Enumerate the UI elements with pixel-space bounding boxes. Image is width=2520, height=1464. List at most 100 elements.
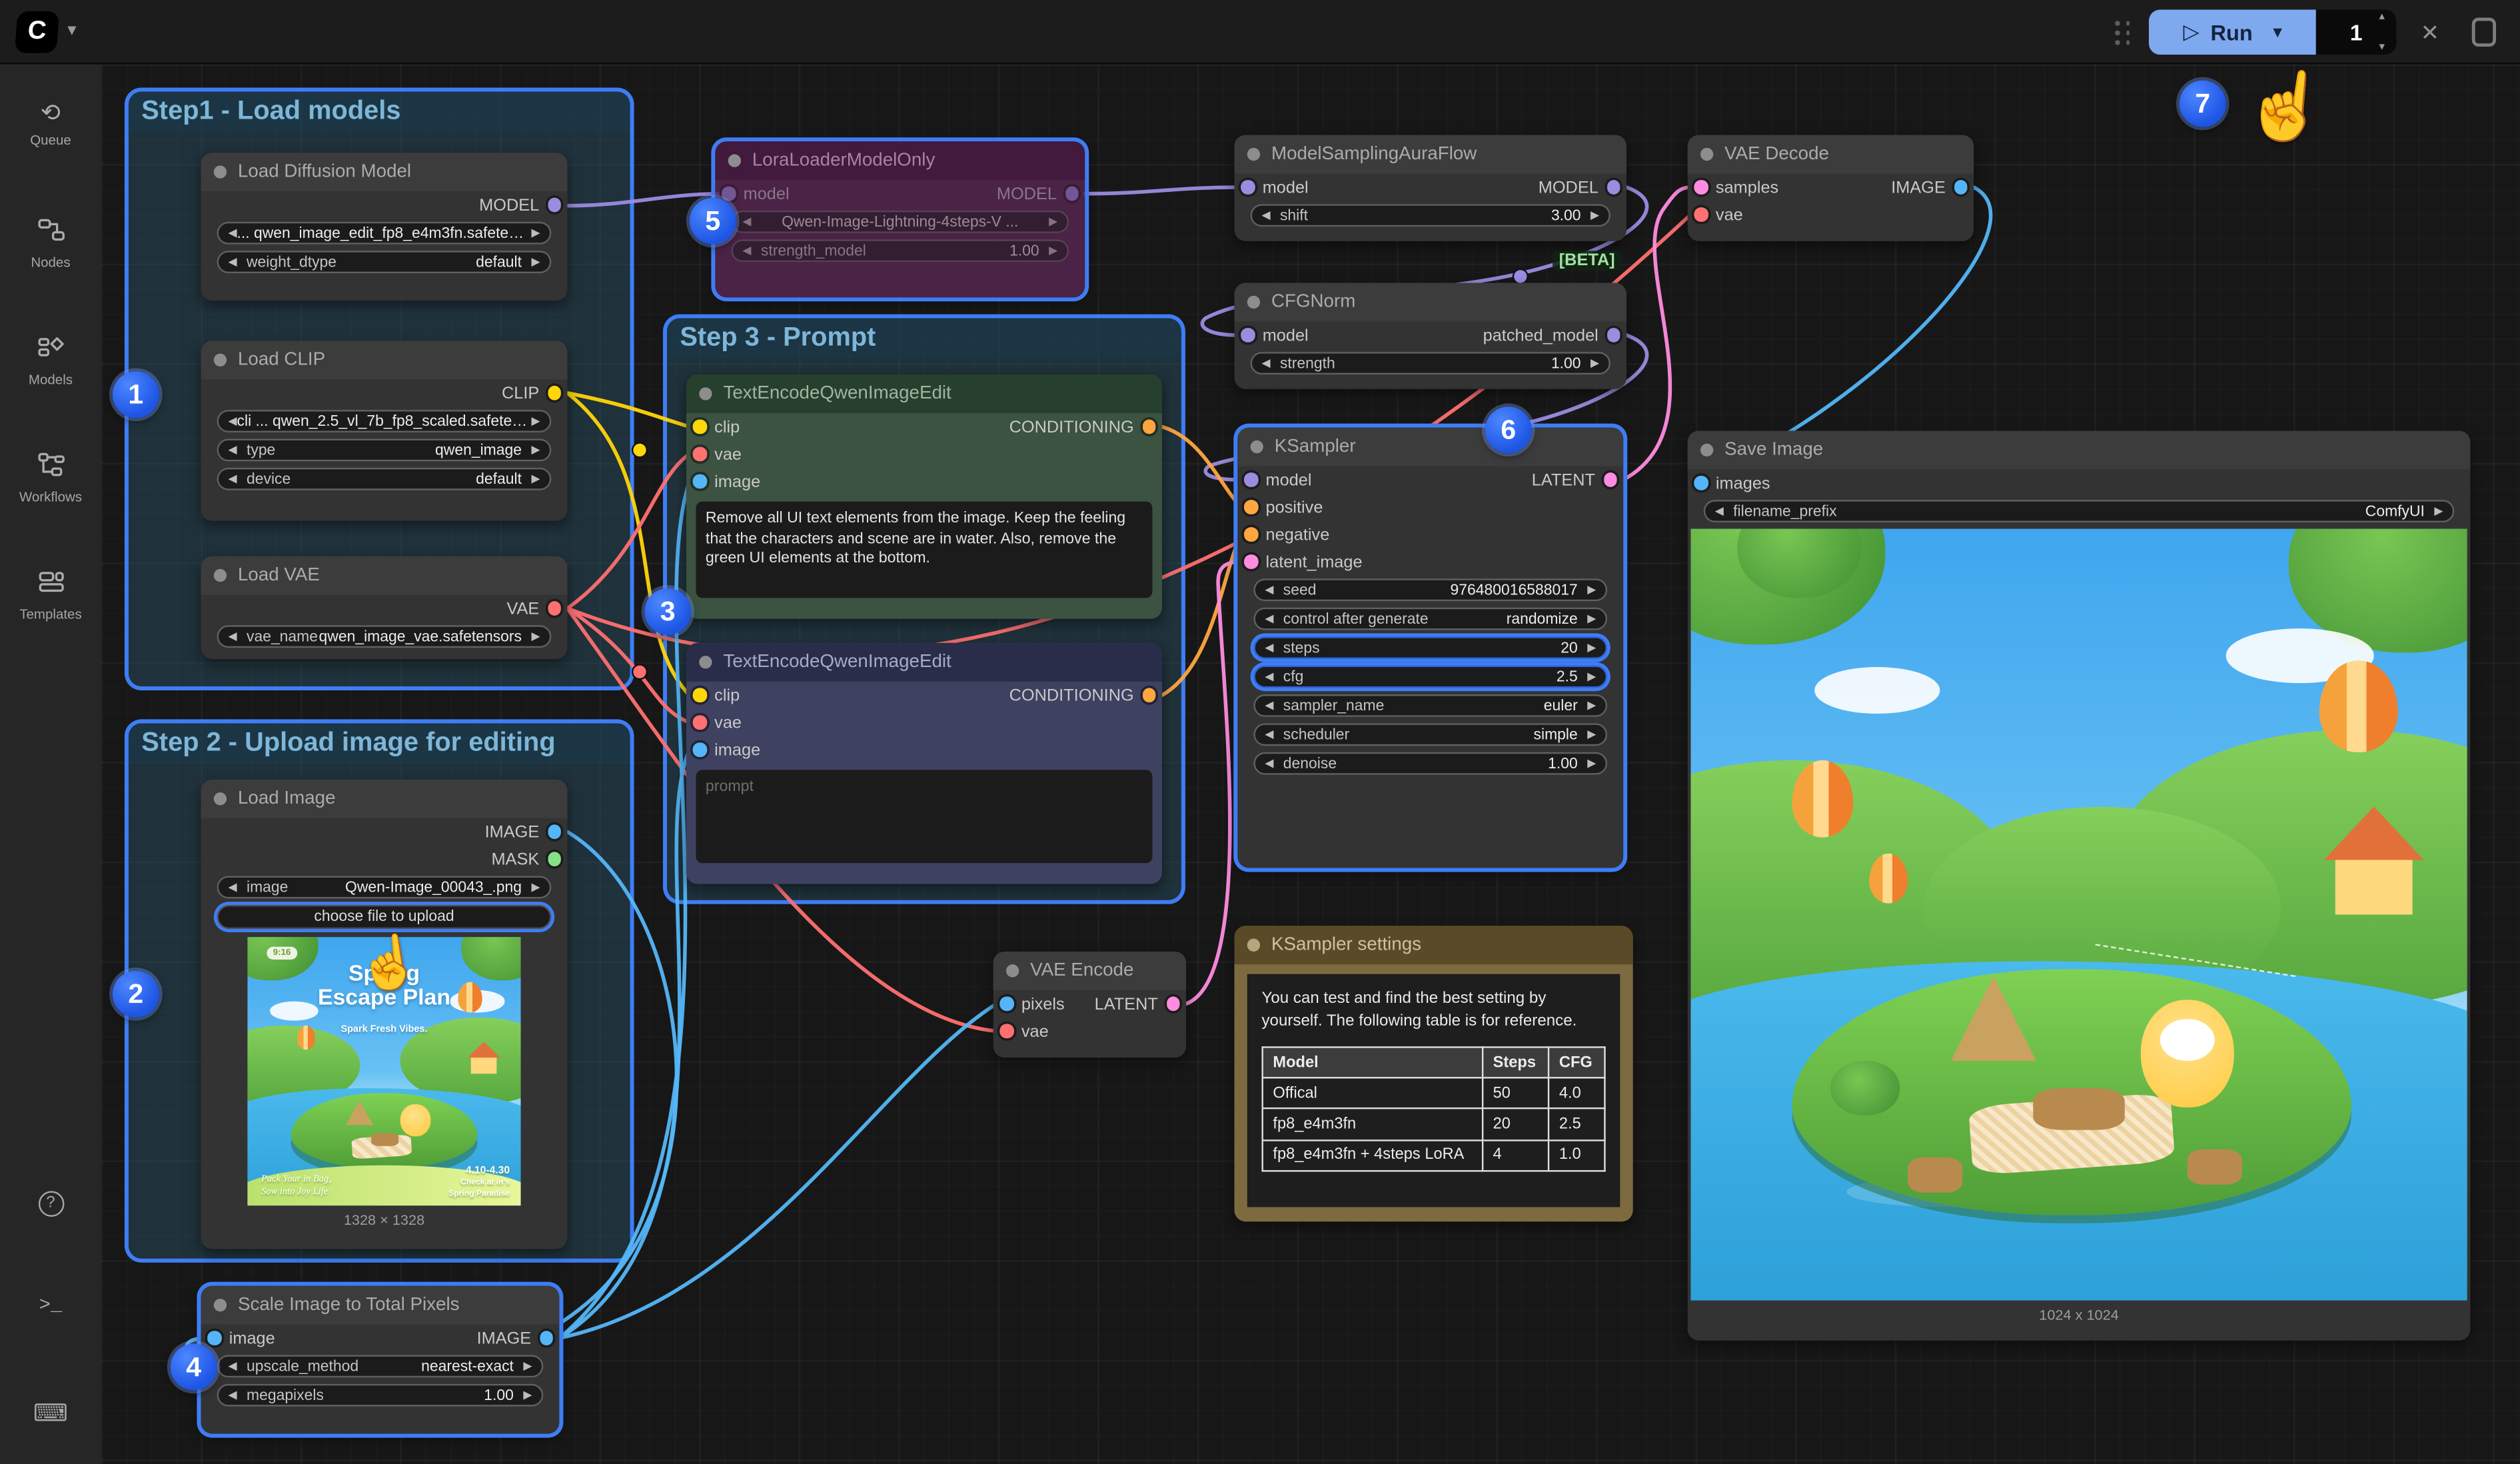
table-header: Steps — [1483, 1047, 1549, 1078]
top-bar: C ▾ ▷ Run ▾ 1 ▴▾ ✕ — [0, 0, 2520, 64]
node-status-dot — [1251, 440, 1263, 453]
input-port-clip: clip — [714, 417, 740, 436]
node-ksampler-settings-note[interactable]: KSampler settings You can test and find … — [1234, 926, 1632, 1221]
node-title: KSampler — [1275, 437, 1356, 456]
negative-prompt-textarea[interactable]: prompt — [696, 770, 1152, 863]
widget-image[interactable]: ◀imageQwen-Image_00043_.png▶ — [217, 876, 552, 899]
terminal-button[interactable]: >_ — [0, 1294, 101, 1317]
group-title[interactable]: Step1 - Load models — [129, 91, 630, 131]
widget-device[interactable]: ◀devicedefault▶ — [217, 468, 552, 490]
widget-combo[interactable]: ◀Qwen-Image-Lightning-4steps-V ...▶ — [732, 211, 1069, 233]
batch-count-value: 1 — [2350, 19, 2363, 45]
sidebar-item-nodes[interactable]: Nodes — [0, 217, 101, 271]
widget-shift[interactable]: ◀shift3.00▶ — [1251, 204, 1610, 227]
widget-denoise[interactable]: ◀denoise1.00▶ — [1253, 752, 1607, 775]
sidebar-item-workflows[interactable]: Workflows — [0, 452, 101, 505]
node-title: LoraLoaderModelOnly — [752, 151, 935, 171]
run-button[interactable]: ▷ Run ▾ — [2149, 9, 2316, 55]
group-title[interactable]: Step 3 - Prompt — [667, 319, 1181, 359]
output-port-dot — [547, 825, 561, 839]
widget-steps[interactable]: ◀steps20▶ — [1253, 636, 1607, 659]
clear-queue-icon[interactable]: ✕ — [2421, 19, 2439, 47]
widget-seed[interactable]: ◀seed976480016588017▶ — [1253, 578, 1607, 601]
node-load-diffusion-model[interactable]: Load Diffusion ModelMODEL◀... qwen_image… — [201, 153, 568, 301]
help-icon: ? — [38, 1191, 64, 1217]
output-port-IMAGE: IMAGE — [477, 1329, 532, 1348]
comfyui-app: C ▾ ▷ Run ▾ 1 ▴▾ ✕ ⟲ Queue Nodes — [0, 0, 2520, 1463]
input-port-model: model — [744, 184, 790, 203]
node-vae-encode[interactable]: VAE EncodepixelsLATENTvae — [993, 952, 1186, 1058]
poster-footer-left-1: Pack Your in Bag, — [261, 1175, 331, 1187]
node-load-vae[interactable]: Load VAEVAE◀vae_nameqwen_image_vae.safet… — [201, 556, 568, 659]
sidebar-item-models[interactable]: Models — [0, 335, 101, 388]
input-port-dot — [1694, 181, 1708, 195]
widget-vae_name[interactable]: ◀vae_nameqwen_image_vae.safetensors▶ — [217, 625, 552, 648]
node-lora-loader-model-only[interactable]: LoraLoaderModelOnlymodelMODEL◀Qwen-Image… — [715, 141, 1085, 297]
node-vae-decode[interactable]: VAE DecodesamplesIMAGEvae — [1688, 135, 1974, 241]
toolbar-drag-handle[interactable] — [2115, 21, 2131, 45]
input-port-model: model — [1263, 178, 1309, 197]
batch-count-stepper[interactable]: ▴▾ — [2371, 11, 2393, 53]
node-model-sampling-auraflow[interactable]: ModelSamplingAuraFlowmodelMODEL◀shift3.0… — [1234, 135, 1626, 241]
input-port-dot — [207, 1331, 221, 1345]
poster-subtitle: Spark Fresh Vibes. — [247, 1026, 520, 1035]
input-port-samples: samples — [1716, 178, 1778, 197]
input-port-dot — [999, 997, 1013, 1011]
poster-ratio-badge: 9:16 — [267, 946, 297, 959]
chair-decoration — [1908, 1157, 1963, 1192]
widget-strength[interactable]: ◀strength1.00▶ — [1251, 352, 1610, 374]
save-image-preview[interactable] — [1691, 529, 2467, 1301]
widget-cfg[interactable]: ◀cfg2.5▶ — [1253, 666, 1607, 688]
output-port-dot — [547, 602, 561, 616]
sidebar-item-templates[interactable]: Templates — [0, 569, 101, 622]
node-load-clip[interactable]: Load CLIPCLIP◀cli ... qwen_2.5_vl_7b_fp8… — [201, 341, 568, 520]
widget-type[interactable]: ◀typeqwen_image▶ — [217, 439, 552, 462]
workflow-menu-chevron-icon[interactable]: ▾ — [67, 19, 76, 40]
node-text-encode-positive[interactable]: TextEncodeQwenImageEdit clipCONDITIONING… — [686, 374, 1162, 619]
widget-upscale_method[interactable]: ◀upscale_methodnearest-exact▶ — [217, 1355, 544, 1377]
input-port-positive: positive — [1266, 498, 1323, 517]
widget-weight_dtype[interactable]: ◀weight_dtypedefault▶ — [217, 251, 552, 273]
comfyui-logo-icon[interactable]: C — [15, 11, 59, 53]
widget-control after generate[interactable]: ◀control after generaterandomize▶ — [1253, 608, 1607, 630]
run-label: Run — [2211, 20, 2253, 44]
queue-panel-icon[interactable] — [2472, 18, 2496, 47]
choose-file-button[interactable]: choose file to upload — [217, 905, 552, 929]
node-title: KSampler settings — [1271, 936, 1421, 955]
group-title[interactable]: Step 2 - Upload image for editing — [129, 723, 630, 763]
node-cfg-norm[interactable]: CFGNormmodelpatched_model◀strength1.00▶ — [1234, 283, 1626, 389]
node-title: VAE Encode — [1030, 961, 1133, 980]
node-text-encode-negative[interactable]: TextEncodeQwenImageEdit clipCONDITIONING… — [686, 643, 1162, 884]
node-title: ModelSamplingAuraFlow — [1271, 145, 1477, 164]
node-status-dot — [214, 569, 227, 582]
node-status-dot — [1247, 296, 1260, 309]
widget-combo[interactable]: ◀... qwen_image_edit_fp8_e4m3fn.safetens… — [217, 222, 552, 245]
widget-combo[interactable]: ◀cli ... qwen_2.5_vl_7b_fp8_scaled.safet… — [217, 410, 552, 432]
workflows-icon — [0, 452, 101, 486]
widget-strength_model[interactable]: ◀strength_model1.00▶ — [732, 239, 1069, 262]
left-sidebar: ⟲ Queue Nodes Models Workflows Templat — [0, 64, 101, 1463]
sidebar-item-queue[interactable]: ⟲ Queue — [0, 100, 101, 148]
beta-badge: [BETA] — [1553, 251, 1621, 270]
step-badge-1: 1 — [113, 371, 159, 418]
widget-filename_prefix[interactable]: ◀filename_prefixComfyUI▶ — [1704, 500, 2454, 522]
widget-scheduler[interactable]: ◀schedulersimple▶ — [1253, 723, 1607, 746]
widget-megapixels[interactable]: ◀megapixels1.00▶ — [217, 1384, 544, 1407]
widget-sampler_name[interactable]: ◀sampler_nameeuler▶ — [1253, 694, 1607, 717]
models-icon — [0, 335, 101, 368]
node-status-dot — [728, 155, 741, 167]
node-scale-image-to-total-pixels[interactable]: Scale Image to Total PixelsimageIMAGE◀up… — [201, 1286, 560, 1434]
node-save-image[interactable]: Save Image images◀filename_prefixComfyUI… — [1688, 430, 2471, 1340]
chair-decoration — [2188, 1150, 2242, 1185]
terminal-icon: >_ — [39, 1294, 63, 1317]
shortcuts-button[interactable]: ⌨ — [0, 1399, 101, 1427]
help-button[interactable]: ? — [0, 1186, 101, 1217]
output-port-MODEL: MODEL — [479, 195, 539, 215]
run-options-chevron-icon[interactable]: ▾ — [2273, 23, 2281, 41]
node-load-image[interactable]: Load Image IMAGEMASK◀imageQwen-Image_000… — [201, 780, 568, 1249]
input-port-model: model — [1266, 470, 1312, 490]
node-ksampler[interactable]: KSamplermodelLATENTpositivenegativelaten… — [1237, 428, 1623, 868]
input-port-dot — [1244, 528, 1258, 542]
positive-prompt-textarea[interactable]: Remove all UI text elements from the ima… — [696, 502, 1152, 598]
table-row: fp8_e4m3fn202.5 — [1263, 1109, 1605, 1139]
